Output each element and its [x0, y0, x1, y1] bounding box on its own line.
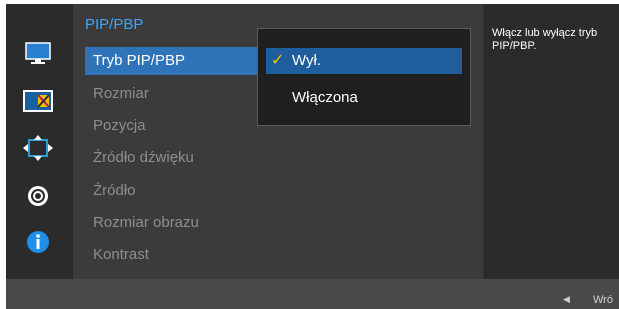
menu-item-contrast[interactable]: Kontrast: [85, 241, 263, 269]
info-icon[interactable]: [21, 229, 55, 255]
help-panel: Włącz lub wyłącz tryb PIP/PBP.: [484, 4, 619, 279]
bottom-bar: [6, 279, 619, 309]
back-arrow-icon: ◀: [563, 294, 570, 304]
menu-item-source[interactable]: Źródło: [85, 177, 263, 205]
help-text: Włącz lub wyłącz tryb PIP/PBP.: [492, 27, 598, 52]
picture-icon[interactable]: [21, 88, 55, 114]
osd-window: PIP/PBP Tryb PIP/PBP Rozmiar Pozycja Źró…: [6, 4, 619, 309]
move-icon[interactable]: [21, 135, 55, 161]
menu-panel: PIP/PBP Tryb PIP/PBP Rozmiar Pozycja Źró…: [73, 4, 483, 279]
back-button[interactable]: ◀ Wró: [563, 294, 619, 308]
menu-title: PIP/PBP: [85, 16, 144, 33]
monitor-icon[interactable]: [21, 41, 55, 67]
checkmark-icon: ✓: [271, 52, 285, 69]
option-on[interactable]: Włączona: [266, 85, 462, 111]
pip-mode-submenu: ✓ Wył. Włączona: [257, 28, 471, 126]
menu-item-position[interactable]: Pozycja: [85, 112, 263, 140]
menu-item-size[interactable]: Rozmiar: [85, 80, 263, 108]
settings-icon[interactable]: [21, 183, 55, 209]
icon-sidebar: [6, 4, 73, 279]
menu-item-sound-source[interactable]: Źródło dźwięku: [85, 144, 263, 172]
menu-item-pip-mode[interactable]: Tryb PIP/PBP: [85, 47, 263, 75]
option-off[interactable]: ✓ Wył.: [266, 48, 462, 74]
back-label: Wró: [593, 294, 613, 306]
option-on-label: Włączona: [292, 89, 358, 106]
option-off-label: Wył.: [292, 52, 322, 69]
menu-item-image-size[interactable]: Rozmiar obrazu: [85, 209, 263, 237]
